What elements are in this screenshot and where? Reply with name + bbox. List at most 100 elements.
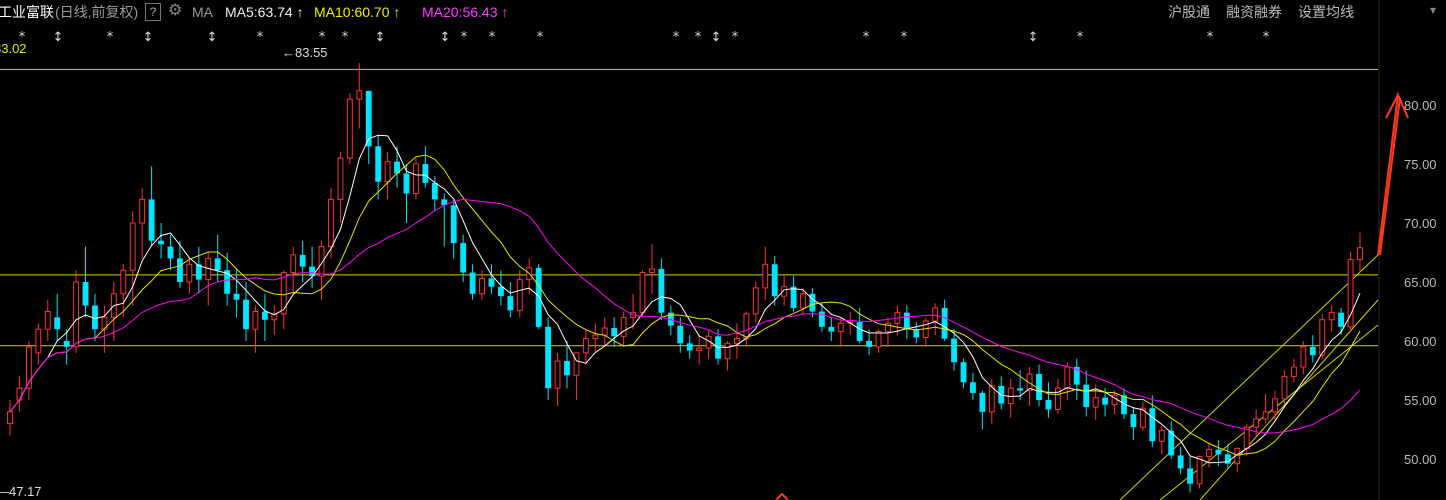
candle <box>1111 390 1118 415</box>
candle <box>384 152 391 200</box>
candle <box>1073 358 1080 400</box>
candle <box>1045 382 1052 418</box>
candle-body <box>686 343 693 351</box>
candle-body <box>1309 346 1316 356</box>
candle <box>1328 305 1335 332</box>
candle <box>1196 455 1203 489</box>
candle-body <box>1253 418 1260 428</box>
candle-body <box>507 296 514 311</box>
candle-body <box>299 254 306 267</box>
candle-body <box>554 360 561 389</box>
candle-body <box>743 313 750 340</box>
candle-body <box>752 287 759 315</box>
candle <box>1083 370 1090 417</box>
candle <box>346 93 353 164</box>
candle-body <box>875 331 882 348</box>
candle-body <box>1290 366 1297 377</box>
candle-body <box>639 272 646 314</box>
ma10-line <box>9 154 1361 456</box>
candle-body <box>573 352 580 376</box>
red-mark-bottom <box>775 492 789 500</box>
candle-body <box>932 307 939 322</box>
candle-body <box>677 325 684 344</box>
candle <box>705 329 712 359</box>
candle-body <box>951 338 957 363</box>
candle-body <box>44 311 51 330</box>
candle <box>979 390 986 430</box>
candle-body <box>460 243 467 273</box>
candle-body <box>261 311 268 320</box>
candle-body <box>1281 375 1288 400</box>
candle <box>932 303 939 336</box>
candle <box>290 246 297 294</box>
moving-averages <box>9 134 1361 464</box>
candle <box>781 276 788 306</box>
candle <box>790 276 797 312</box>
candle <box>271 305 278 336</box>
candle-body <box>1064 366 1071 389</box>
max-price-label: ←83.55 <box>282 45 328 60</box>
candle-body <box>1206 449 1212 458</box>
candle-body <box>809 293 816 312</box>
candle-body <box>960 362 967 383</box>
candle-body <box>252 311 259 330</box>
event-marker: * <box>1263 30 1270 45</box>
candle-body <box>7 411 13 425</box>
candle <box>545 317 552 400</box>
candle <box>733 323 740 359</box>
candle-body <box>790 286 797 308</box>
candle-body <box>979 392 986 412</box>
candle <box>837 317 844 347</box>
min-price-label: —47.17 <box>0 484 42 499</box>
candle-body <box>1262 411 1269 420</box>
candle <box>450 199 457 259</box>
candle-body <box>413 163 419 194</box>
candles <box>7 63 1363 493</box>
candle <box>1206 442 1212 468</box>
candle <box>365 90 372 164</box>
candle-body <box>497 286 504 297</box>
candle <box>639 270 646 318</box>
candle <box>422 146 429 188</box>
candle-body <box>1243 426 1250 449</box>
candle-body <box>1102 397 1109 405</box>
candle-body <box>63 341 70 347</box>
candle-body <box>611 328 618 337</box>
candlestick-chart[interactable]: * ↕ * ↕ ↕ * * * ↕ ↕ * * * * * ↕ * * * ↕ * * * 80.0075.0070.006… <box>0 0 1446 500</box>
y-tick-label: 55.00 <box>1404 393 1437 408</box>
candle-body <box>828 326 835 332</box>
candle-body <box>733 338 740 344</box>
candle <box>856 307 863 344</box>
candle <box>686 335 693 359</box>
candle-body <box>601 327 608 336</box>
candle-body <box>73 281 80 348</box>
candle-body <box>516 279 523 311</box>
candle-body <box>129 222 136 271</box>
candle-body <box>1149 408 1156 442</box>
candle-body <box>535 267 542 327</box>
candle <box>809 287 816 318</box>
candle-body <box>1045 400 1052 410</box>
candle <box>922 317 929 347</box>
candle-body <box>431 182 438 200</box>
candle <box>913 322 920 344</box>
event-marker: ↕ <box>207 30 218 45</box>
candle <box>1168 421 1175 459</box>
candle-body <box>1338 312 1345 327</box>
candle-body <box>384 161 391 183</box>
event-marker: * <box>732 30 739 45</box>
candle-body <box>771 264 778 297</box>
candle <box>1234 447 1241 472</box>
candle <box>337 152 344 223</box>
candle-body <box>564 361 570 376</box>
candle-body <box>658 269 665 313</box>
candle-body <box>970 382 976 393</box>
candle-body <box>1328 312 1335 321</box>
candle-body <box>1083 384 1090 408</box>
event-marker: * <box>319 30 326 45</box>
event-marker: * <box>107 30 114 45</box>
candle <box>828 317 835 341</box>
candle-body <box>1187 468 1193 484</box>
candle-body <box>54 317 61 330</box>
event-marker: ↕ <box>711 30 722 45</box>
